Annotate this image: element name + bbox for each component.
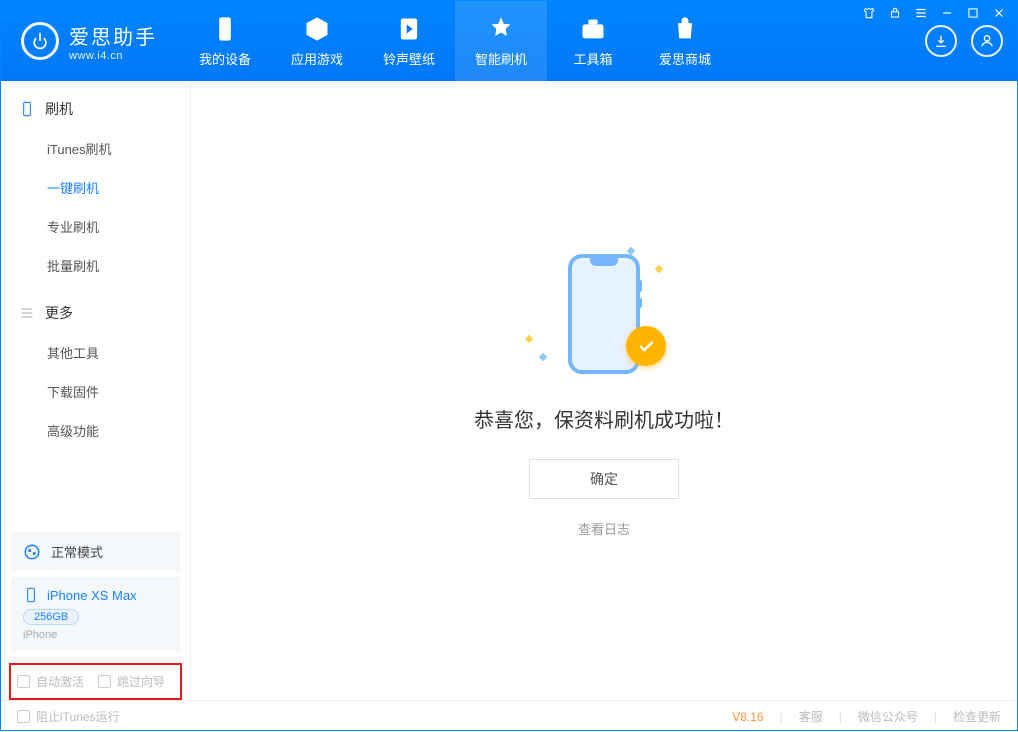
tab-flash[interactable]: 智能刷机 <box>455 1 547 81</box>
download-button[interactable] <box>925 25 957 57</box>
highlighted-options: 自动激活 跳过向导 <box>9 663 182 700</box>
logo[interactable]: 爱思助手 www.i4.cn <box>1 1 179 81</box>
device-card[interactable]: iPhone XS Max 256GB iPhone <box>11 577 180 651</box>
account-button[interactable] <box>971 25 1003 57</box>
sidebar: 刷机 iTunes刷机 一键刷机 专业刷机 批量刷机 更多 其他工具 下载固件 … <box>1 81 191 700</box>
device-icon <box>23 587 39 603</box>
sidebar-item-itunes[interactable]: iTunes刷机 <box>1 129 190 168</box>
maximize-icon[interactable] <box>966 6 980 20</box>
sidebar-group-more: 更多 <box>1 285 190 333</box>
tab-store-label: 爱思商城 <box>659 49 711 68</box>
footer: 阻止iTunes运行 V8.16 | 客服 | 微信公众号 | 检查更新 <box>1 700 1017 732</box>
sidebar-item-firmware[interactable]: 下载固件 <box>1 372 190 411</box>
sidebar-group-more-label: 更多 <box>45 303 73 323</box>
lock-icon[interactable] <box>888 6 902 20</box>
ok-button[interactable]: 确定 <box>529 459 679 499</box>
checkbox-stop-itunes[interactable]: 阻止iTunes运行 <box>17 708 120 725</box>
list-icon <box>19 305 35 321</box>
checkbox-auto-activate[interactable]: 自动激活 <box>17 673 84 690</box>
footer-link-update[interactable]: 检查更新 <box>953 708 1001 725</box>
sidebar-group-flash: 刷机 <box>1 81 190 129</box>
sidebar-item-pro[interactable]: 专业刷机 <box>1 207 190 246</box>
tab-toolbox[interactable]: 工具箱 <box>547 1 639 81</box>
sidebar-group-flash-label: 刷机 <box>45 99 73 119</box>
tab-device[interactable]: 我的设备 <box>179 1 271 81</box>
menu-icon[interactable] <box>914 6 928 20</box>
device-type: iPhone <box>23 629 168 641</box>
brand-name: 爱思助手 <box>69 21 157 50</box>
tab-toolbox-label: 工具箱 <box>573 49 612 68</box>
tab-apps[interactable]: 应用游戏 <box>271 1 363 81</box>
tab-ring[interactable]: 铃声壁纸 <box>363 1 455 81</box>
mode-card[interactable]: 正常模式 <box>11 532 180 571</box>
checkmark-icon <box>626 326 666 366</box>
footer-link-wechat[interactable]: 微信公众号 <box>858 708 918 725</box>
phone-icon <box>19 101 35 117</box>
tab-ring-label: 铃声壁纸 <box>383 49 435 68</box>
minimize-icon[interactable] <box>940 6 954 20</box>
sidebar-item-other[interactable]: 其他工具 <box>1 333 190 372</box>
close-icon[interactable] <box>992 6 1006 20</box>
footer-link-cs[interactable]: 客服 <box>799 708 823 725</box>
success-illustration <box>534 244 674 384</box>
mode-label: 正常模式 <box>51 542 103 561</box>
version-label: V8.16 <box>732 710 763 724</box>
checkbox-stop-itunes-label: 阻止iTunes运行 <box>36 708 120 725</box>
tab-apps-label: 应用游戏 <box>291 49 343 68</box>
brand-url: www.i4.cn <box>69 50 157 62</box>
device-name: iPhone XS Max <box>47 588 137 603</box>
mode-icon <box>23 543 41 561</box>
sidebar-item-oneclick[interactable]: 一键刷机 <box>1 168 190 207</box>
tab-store[interactable]: 爱思商城 <box>639 1 731 81</box>
sidebar-item-batch[interactable]: 批量刷机 <box>1 246 190 285</box>
checkbox-skip-guide[interactable]: 跳过向导 <box>98 673 165 690</box>
tab-flash-label: 智能刷机 <box>475 49 527 68</box>
checkbox-skip-guide-label: 跳过向导 <box>117 673 165 690</box>
success-title: 恭喜您，保资料刷机成功啦！ <box>474 404 734 433</box>
view-log-link[interactable]: 查看日志 <box>578 519 630 538</box>
logo-icon <box>21 22 59 60</box>
shirt-icon[interactable] <box>862 6 876 20</box>
sidebar-item-advanced[interactable]: 高级功能 <box>1 411 190 450</box>
checkbox-auto-activate-label: 自动激活 <box>36 673 84 690</box>
main-content: 恭喜您，保资料刷机成功啦！ 确定 查看日志 <box>191 81 1017 700</box>
device-storage: 256GB <box>23 609 79 625</box>
tab-device-label: 我的设备 <box>199 49 251 68</box>
